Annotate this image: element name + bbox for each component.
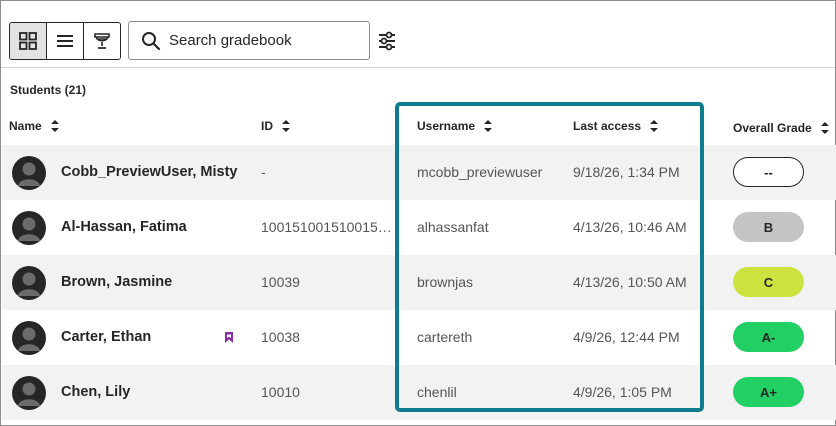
student-name-link[interactable]: Cobb_PreviewUser, Misty — [61, 164, 238, 180]
student-last-access: 4/9/26, 1:05 PM — [573, 384, 672, 400]
table-row: Chen, Lily 10010 chenlil 4/9/26, 1:05 PM… — [2, 365, 836, 420]
column-header-overall-grade[interactable]: Overall Grade — [733, 121, 830, 135]
overall-grade-pill[interactable]: A+ — [733, 377, 804, 407]
sort-icon — [820, 122, 829, 134]
search-icon — [142, 31, 161, 50]
student-last-access: 4/9/26, 12:44 PM — [573, 329, 680, 345]
student-username: mcobb_previewuser — [417, 164, 543, 180]
avatar-icon — [12, 376, 46, 410]
column-header-last-access[interactable]: Last access — [573, 119, 659, 133]
student-name-link[interactable]: Carter, Ethan — [61, 329, 151, 345]
student-name-link[interactable]: Brown, Jasmine — [61, 274, 172, 290]
student-username: brownjas — [417, 274, 474, 290]
list-icon — [57, 35, 73, 47]
bookmark-flag-icon — [225, 332, 233, 343]
trophy-icon — [94, 33, 110, 49]
overall-grade-value: A- — [761, 329, 776, 345]
grid-icon — [19, 32, 37, 50]
table-row: Brown, Jasmine 10039 brownjas 4/13/26, 1… — [2, 255, 836, 310]
column-header-name-label: Name — [9, 119, 42, 133]
student-username: alhassanfat — [417, 219, 489, 235]
student-username: cartereth — [417, 329, 473, 345]
student-last-access: 4/13/26, 10:50 AM — [573, 274, 687, 290]
list-view-button[interactable] — [47, 23, 84, 59]
search-box[interactable] — [128, 21, 370, 60]
column-header-username[interactable]: Username — [417, 119, 493, 133]
sliders-icon[interactable] — [376, 30, 398, 52]
column-header-username-label: Username — [417, 119, 476, 133]
avatar-icon — [12, 266, 46, 300]
sort-icon — [484, 120, 493, 132]
column-header-overall-grade-label: Overall Grade — [733, 121, 812, 135]
student-id: 100151001510015… — [261, 219, 392, 235]
avatar-icon — [12, 321, 46, 355]
sort-icon — [282, 120, 290, 132]
overall-grade-pill[interactable]: A- — [733, 322, 804, 352]
overall-grade-value: -- — [764, 164, 773, 180]
table-row: Carter, Ethan 10038 cartereth 4/9/26, 12… — [2, 310, 836, 365]
table-row: Cobb_PreviewUser, Misty - mcobb_previewu… — [2, 145, 836, 200]
search-input[interactable] — [169, 32, 359, 49]
overall-grade-value: A+ — [760, 384, 777, 400]
students-count-label: Students (21) — [10, 83, 87, 97]
student-id: - — [261, 164, 266, 180]
table-row: Al-Hassan, Fatima 100151001510015… alhas… — [2, 200, 836, 255]
overall-grade-pill[interactable]: B — [733, 212, 804, 242]
student-name-link[interactable]: Chen, Lily — [61, 384, 130, 400]
column-header-last-access-label: Last access — [573, 119, 642, 133]
column-header-id-label: ID — [261, 119, 273, 133]
student-last-access: 9/18/26, 1:34 PM — [573, 164, 680, 180]
trophy-view-button[interactable] — [84, 23, 120, 59]
gradebook-panel: Students (21) Name ID Username Last acce… — [0, 0, 836, 426]
view-mode-toggle — [9, 22, 121, 60]
overall-grade-pill[interactable]: C — [733, 267, 804, 297]
column-header-id[interactable]: ID — [261, 119, 291, 133]
overall-grade-value: B — [763, 219, 774, 235]
avatar-icon — [12, 156, 46, 190]
overall-grade-value: C — [763, 274, 774, 290]
sort-icon — [650, 120, 659, 132]
grid-view-button[interactable] — [10, 23, 47, 59]
toolbar — [1, 1, 835, 68]
avatar-icon — [12, 211, 46, 245]
column-header-name[interactable]: Name — [9, 119, 60, 133]
student-id: 10038 — [261, 329, 300, 345]
student-last-access: 4/13/26, 10:46 AM — [573, 219, 687, 235]
student-name-link[interactable]: Al-Hassan, Fatima — [61, 219, 187, 235]
sort-icon — [50, 120, 59, 132]
student-username: chenlil — [417, 384, 457, 400]
student-id: 10039 — [261, 274, 300, 290]
student-id: 10010 — [261, 384, 300, 400]
overall-grade-pill[interactable]: -- — [733, 157, 804, 187]
